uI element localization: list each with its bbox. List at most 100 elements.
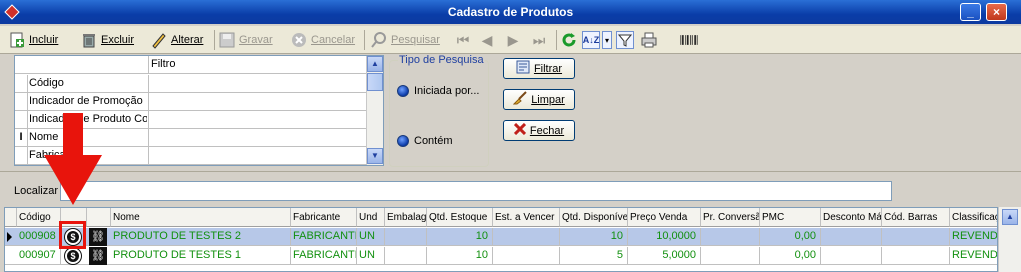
column-header[interactable]: Nome — [111, 208, 291, 227]
column-header[interactable]: Est. a Vencer — [493, 208, 560, 227]
scroll-thumb[interactable] — [367, 73, 383, 91]
filter-column-header: Filtro — [151, 58, 176, 70]
scroll-up-icon[interactable]: ▲ — [1002, 209, 1018, 225]
column-header[interactable]: PMC — [760, 208, 821, 227]
column-header[interactable]: Preço Venda — [628, 208, 701, 227]
radio-iniciada-label: Iniciada por... — [414, 85, 480, 97]
sort-az-icon: A↓Z — [582, 31, 600, 49]
title-bar: Cadastro de Produtos _ × — [0, 0, 1021, 24]
cell-und: UN — [357, 247, 385, 265]
barcode-button[interactable] — [680, 28, 698, 52]
cell-embalagem — [385, 247, 427, 265]
cell-est-vencer — [493, 247, 560, 265]
row-indicator — [15, 111, 28, 129]
cell-und: UN — [357, 228, 385, 246]
products-table: Código NomeFabricanteUndEmbalagemQtd. Est… — [4, 207, 998, 272]
column-header[interactable]: Qtd. Estoque — [427, 208, 493, 227]
price-status-icon[interactable]: $ — [65, 248, 81, 264]
close-x-icon — [513, 122, 526, 138]
filter-value-cell[interactable] — [148, 75, 368, 93]
cell-qtd-estoque: 10 — [427, 228, 493, 246]
column-header[interactable]: Pr. Conversão — [701, 208, 760, 227]
cancelar-button[interactable]: Cancelar — [290, 28, 355, 52]
cell-est-vencer — [493, 228, 560, 246]
radio-contem[interactable]: Contém — [397, 135, 453, 147]
column-header[interactable] — [87, 208, 111, 227]
column-header[interactable]: Código — [17, 208, 61, 227]
limpar-button[interactable]: Limpar — [503, 89, 575, 110]
cell-pmc: 0,00 — [760, 247, 821, 265]
pesquisar-button[interactable]: Pesquisar — [370, 28, 440, 52]
column-header[interactable]: Embalagem — [385, 208, 427, 227]
refresh-button[interactable] — [560, 28, 578, 52]
prev-record-icon[interactable]: ◀ — [478, 30, 496, 50]
search-icon — [370, 31, 388, 49]
toolbar-separator — [214, 30, 215, 50]
alterar-label: Alterar — [171, 34, 204, 46]
link-icon[interactable]: ⛓ — [89, 228, 107, 246]
localizar-input[interactable] — [60, 181, 892, 201]
scroll-up-icon[interactable]: ▲ — [367, 56, 383, 72]
table-row[interactable]: 000908 $ ⛓ PRODUTO DE TESTES 2 FABRICANTE UN 1… — [5, 228, 997, 246]
cell-qtd-estoque: 10 — [427, 247, 493, 265]
column-header[interactable]: Classificação — [950, 208, 997, 227]
print-button[interactable] — [640, 28, 658, 52]
section-divider — [0, 171, 1021, 172]
column-header[interactable]: Und — [357, 208, 385, 227]
cell-desconto — [821, 228, 882, 246]
sort-dropdown-button[interactable]: ▾ — [602, 28, 612, 52]
header-indicator — [5, 208, 17, 227]
funnel-icon — [616, 31, 634, 49]
pencil-icon — [150, 31, 168, 49]
incluir-button[interactable]: Incluir — [8, 28, 58, 52]
filter-button[interactable] — [616, 28, 634, 52]
column-header[interactable]: Qtd. Disponível — [560, 208, 628, 227]
row-indicator — [15, 93, 28, 111]
filtrar-label: Filtrar — [533, 62, 563, 75]
cell-pr-conversao — [701, 247, 760, 265]
filter-value-cell[interactable] — [148, 147, 368, 165]
table-scrollbar[interactable]: ▲ — [998, 207, 1021, 272]
cell-pr-conversao — [701, 228, 760, 246]
filter-value-cell[interactable] — [148, 93, 368, 111]
refresh-icon — [560, 31, 578, 49]
minimize-button[interactable]: _ — [960, 3, 981, 21]
column-header[interactable]: Desconto Máx. — [821, 208, 882, 227]
filter-value-cell[interactable] — [148, 129, 368, 147]
barcode-icon — [680, 31, 698, 49]
fechar-label: Fechar — [529, 124, 565, 137]
toolbar-separator — [364, 30, 365, 50]
gravar-label: Gravar — [239, 34, 273, 46]
cell-classificacao: REVENDA — [950, 247, 997, 265]
column-header[interactable]: Cód. Barras — [882, 208, 950, 227]
pesquisar-label: Pesquisar — [391, 34, 440, 46]
close-button[interactable]: × — [986, 3, 1007, 21]
filter-row[interactable]: Código — [15, 75, 368, 93]
table-row[interactable]: 000907 $ ⛓ PRODUTO DE TESTES 1 FABRICANTE UN 1… — [5, 247, 997, 265]
gravar-button[interactable]: Gravar — [218, 28, 273, 52]
filter-field-label: Código — [29, 77, 64, 89]
first-record-icon[interactable]: ⏮ — [454, 30, 472, 50]
filter-row[interactable]: Indicador de Promoção — [15, 93, 368, 111]
cell-codigo: 000908 — [17, 228, 61, 246]
alterar-button[interactable]: Alterar — [150, 28, 203, 52]
fechar-button[interactable]: Fechar — [503, 120, 575, 141]
scroll-down-icon[interactable]: ▼ — [367, 148, 383, 164]
cell-nome: PRODUTO DE TESTES 1 — [111, 247, 291, 265]
filter-scrollbar[interactable]: ▲ ▼ — [366, 56, 383, 165]
radio-iniciada-por[interactable]: Iniciada por... — [397, 85, 479, 97]
search-type-group: Tipo de Pesquisa Iniciada por... Contém — [389, 54, 489, 167]
filter-value-cell[interactable] — [148, 111, 368, 129]
column-header[interactable]: Fabricante — [291, 208, 357, 227]
annotation-arrow-head — [44, 155, 102, 205]
filter-field-label: Nome — [29, 131, 59, 143]
add-record-icon — [8, 31, 26, 49]
excluir-button[interactable]: Excluir — [80, 28, 134, 52]
sort-az-button[interactable]: A↓Z — [582, 28, 600, 52]
next-record-icon[interactable]: ▶ — [504, 30, 522, 50]
filtrar-button[interactable]: Filtrar — [503, 58, 575, 79]
filter-field-label: Indicador de Produto Controlado — [29, 113, 147, 125]
cell-qtd-disponivel: 5 — [560, 247, 628, 265]
last-record-icon[interactable]: ⏭ — [530, 30, 548, 50]
link-icon[interactable]: ⛓ — [89, 247, 107, 265]
